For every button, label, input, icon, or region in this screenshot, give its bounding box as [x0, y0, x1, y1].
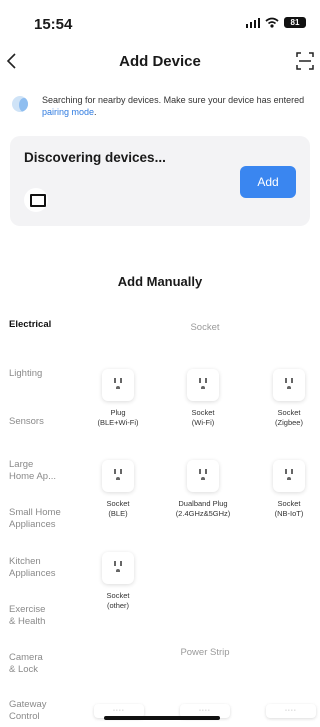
status-time: 15:54 [34, 16, 73, 33]
device-tile-label: Socket (NB-IoT) [274, 499, 304, 518]
searching-notice: Searching for nearby devices. Make sure … [12, 92, 308, 122]
discovered-device-icon [24, 188, 48, 212]
sidebar-item-exercise-health[interactable]: Exercise & Health [9, 604, 77, 628]
device-tile-socket-zigbee[interactable]: Socket (Zigbee) [254, 369, 320, 428]
device-tile-label: Socket (BLE) [106, 499, 130, 518]
signal-icon [245, 17, 260, 28]
sidebar-item-camera-lock[interactable]: Camera & Lock [9, 652, 77, 676]
device-tile-socket-ble[interactable]: Socket (BLE) [83, 460, 153, 519]
sidebar-item-gateway-control[interactable]: Gateway Control [9, 699, 77, 723]
device-tile-plug-ble-wifi[interactable]: Plug (BLE+Wi-Fi) [83, 369, 153, 428]
device-tile-label: Plug (BLE+Wi-Fi) [97, 408, 139, 427]
home-indicator [104, 716, 220, 720]
device-tile-label: Socket (Wi-Fi) [191, 408, 215, 427]
sidebar-item-electrical[interactable]: Electrical [9, 319, 77, 331]
bluetooth-search-icon [12, 96, 28, 112]
socket-icon [187, 460, 219, 492]
scan-button[interactable] [294, 50, 316, 72]
socket-icon [102, 369, 134, 401]
device-tile-label: Socket (Zigbee) [275, 408, 303, 427]
socket-icon [102, 460, 134, 492]
power-strip-icon[interactable]: ∙∙∙∙ [266, 704, 316, 718]
discovering-card: Discovering devices... Add [10, 136, 310, 226]
add-button[interactable]: Add [240, 166, 296, 198]
nav-bar: Add Device [0, 44, 320, 80]
battery-icon: 81 [284, 17, 306, 28]
wifi-icon [265, 17, 279, 28]
socket-icon [273, 460, 305, 492]
sidebar-item-large-home-appliances[interactable]: Large Home Ap... [9, 459, 77, 483]
device-tile-socket-other[interactable]: Socket (other) [83, 552, 153, 611]
sidebar-item-kitchen-appliances[interactable]: Kitchen Appliances [9, 556, 77, 580]
add-manually-title: Add Manually [117, 274, 203, 289]
device-tile-label: Dualband Plug (2.4GHz&5GHz) [175, 499, 231, 518]
pairing-mode-link[interactable]: pairing mode [42, 107, 94, 117]
device-tile-dualband-plug[interactable]: Dualband Plug (2.4GHz&5GHz) [168, 460, 238, 519]
scan-icon [296, 52, 314, 70]
page-title: Add Device [119, 53, 201, 70]
status-bar: 15:54 81 [0, 0, 320, 44]
searching-text: Searching for nearby devices. Make sure … [42, 94, 308, 118]
socket-icon [187, 369, 219, 401]
searching-suffix: . [94, 107, 97, 117]
status-icons: 81 [245, 17, 306, 28]
socket-icon [102, 552, 134, 584]
searching-message: Searching for nearby devices. Make sure … [42, 95, 305, 105]
sidebar-item-sensors[interactable]: Sensors [9, 416, 77, 428]
power-strip-group-title: Power Strip [180, 647, 230, 658]
sidebar-item-lighting[interactable]: Lighting [9, 368, 77, 380]
sidebar-item-small-home-appliances[interactable]: Small Home Appliances [9, 507, 77, 531]
discovering-title: Discovering devices... [24, 150, 166, 165]
socket-icon [273, 369, 305, 401]
device-tile-socket-wifi[interactable]: Socket (Wi-Fi) [168, 369, 238, 428]
device-tile-socket-nb-iot[interactable]: Socket (NB-IoT) [254, 460, 320, 519]
device-tile-label: Socket (other) [106, 591, 130, 610]
socket-group-title: Socket [190, 322, 220, 333]
